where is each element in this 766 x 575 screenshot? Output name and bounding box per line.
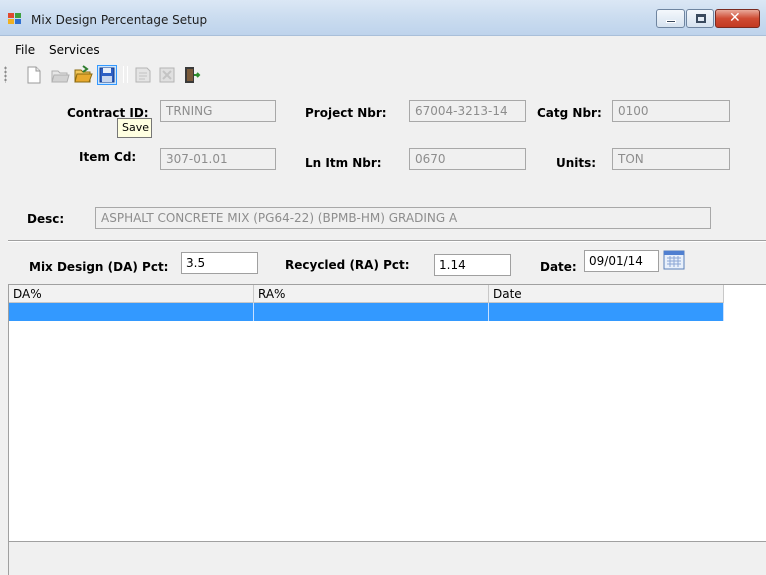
exit-door-icon (185, 67, 201, 83)
maximize-button[interactable] (686, 9, 714, 28)
cell-ra[interactable] (254, 303, 489, 321)
open-folder-button[interactable] (73, 65, 93, 85)
column-header-ra[interactable]: RA% (254, 285, 489, 303)
menu-file[interactable]: File (15, 43, 35, 57)
new-document-icon (27, 66, 41, 84)
recycled-input[interactable] (434, 254, 511, 276)
save-tooltip: Save (117, 118, 152, 138)
date-label: Date: (540, 260, 577, 274)
toolbar-separator (123, 66, 124, 83)
app-icon (8, 13, 22, 25)
units-field: TON (612, 148, 730, 170)
save-button[interactable] (97, 65, 117, 85)
window-title: Mix Design Percentage Setup (31, 13, 208, 27)
ln-itm-nbr-label: Ln Itm Nbr: (305, 156, 382, 170)
project-nbr-field: 67004-3213-14 (409, 100, 526, 122)
maximize-icon (696, 14, 706, 23)
title-bar[interactable]: Mix Design Percentage Setup ✕ (0, 0, 766, 36)
grid-header: DA% RA% Date (9, 285, 724, 303)
item-cd-field: 307-01.01 (160, 148, 276, 170)
desc-label: Desc: (27, 212, 65, 226)
open-folder-disabled-icon (51, 70, 70, 83)
close-icon: ✕ (729, 10, 741, 26)
save-disk-icon (99, 67, 115, 83)
item-cd-label: Item Cd: (79, 150, 137, 164)
print-disabled-icon (135, 67, 151, 83)
open-folder-icon (74, 65, 93, 83)
calendar-icon (663, 250, 685, 270)
contract-id-field: TRNING (160, 100, 276, 122)
catg-nbr-field: 0100 (612, 100, 730, 122)
cell-date[interactable] (489, 303, 724, 321)
toolbar (0, 62, 766, 88)
table-row[interactable] (9, 303, 724, 321)
main-window: Mix Design Percentage Setup ✕ File Servi… (0, 0, 766, 575)
catg-nbr-label: Catg Nbr: (537, 106, 602, 120)
date-input[interactable] (584, 250, 659, 272)
status-area (8, 542, 766, 575)
minimize-icon (666, 20, 676, 23)
section-divider (8, 240, 766, 242)
new-button[interactable] (24, 65, 44, 85)
recycled-label: Recycled (RA) Pct: (285, 258, 410, 272)
desc-field: ASPHALT CONCRETE MIX (PG64-22) (BPMB-HM)… (95, 207, 711, 229)
calendar-button[interactable] (663, 250, 685, 270)
data-grid[interactable]: DA% RA% Date (8, 284, 766, 542)
toolbar-grip[interactable] (4, 66, 7, 83)
open-button[interactable] (50, 65, 70, 85)
minimize-button[interactable] (656, 9, 685, 28)
delete-button[interactable] (157, 65, 177, 85)
menu-services[interactable]: Services (49, 43, 100, 57)
column-header-da[interactable]: DA% (9, 285, 254, 303)
mix-design-input[interactable] (181, 252, 258, 274)
cell-da[interactable] (9, 303, 254, 321)
mix-design-label: Mix Design (DA) Pct: (29, 260, 169, 274)
menu-bar: File Services (0, 38, 766, 60)
close-button[interactable]: ✕ (715, 9, 760, 28)
units-label: Units: (556, 156, 597, 170)
toolbar-separator (127, 66, 128, 83)
print-button[interactable] (133, 65, 153, 85)
project-nbr-label: Project Nbr: (305, 106, 387, 120)
delete-disabled-icon (159, 67, 175, 83)
column-header-date[interactable]: Date (489, 285, 724, 303)
exit-button[interactable] (181, 65, 201, 85)
ln-itm-nbr-field: 0670 (409, 148, 526, 170)
